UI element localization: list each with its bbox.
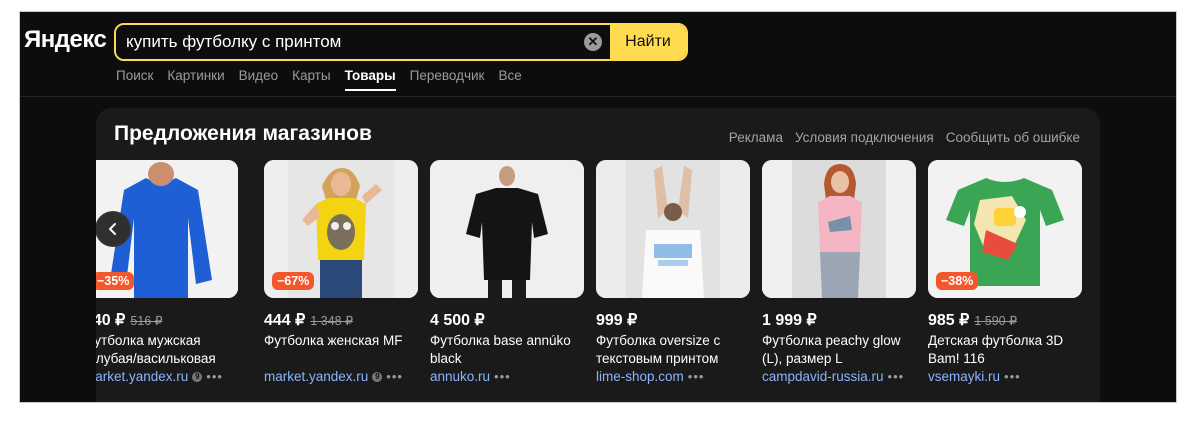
yandex-logo[interactable]: Яндекс [24, 26, 107, 54]
more-options-icon[interactable]: ••• [494, 369, 511, 384]
price: 444 ₽ [264, 312, 306, 329]
product-title[interactable]: Футболка oversize с текстовым принтом [596, 332, 750, 367]
discount-badge: −35% [96, 272, 135, 290]
panel-links: Реклама Условия подключения Сообщить об … [729, 130, 1080, 145]
price-row: 4 500 ₽ [430, 310, 584, 330]
more-options-icon[interactable]: ••• [386, 369, 403, 384]
price: 4 500 ₽ [430, 312, 485, 329]
store-link[interactable]: campdavid-russia.ru [762, 369, 884, 384]
chevron-left-icon [109, 223, 116, 235]
close-icon: ✕ [584, 33, 602, 51]
tab-translator[interactable]: Переводчик [410, 68, 485, 89]
product-image[interactable] [762, 160, 916, 298]
store-link[interactable]: market.yandex.ru [264, 369, 368, 384]
store-row: lime-shop.com ••• [596, 369, 750, 384]
search-button[interactable]: Найти [610, 25, 686, 59]
store-row: annuko.ru ••• [430, 369, 584, 384]
product-image[interactable] [596, 160, 750, 298]
price: 340 ₽ [96, 312, 126, 329]
store-link[interactable]: vsemayki.ru [928, 369, 1000, 384]
discount-badge: −38% [936, 272, 979, 290]
tab-products[interactable]: Товары [344, 68, 396, 91]
ads-link[interactable]: Реклама [729, 130, 783, 145]
product-title[interactable]: Детская футболка 3D Bam! 116 [928, 332, 1082, 367]
store-row: campdavid-russia.ru ••• [762, 369, 916, 384]
store-row: market.yandex.ru 9 ••• [264, 369, 418, 384]
old-price: 516 ₽ [130, 314, 163, 328]
old-price: 1 590 ₽ [974, 314, 1018, 328]
product-card[interactable]: 1 999 ₽ Футболка peachy glow (L), размер… [762, 160, 916, 384]
product-image[interactable]: −38% [928, 160, 1082, 298]
product-card[interactable]: 4 500 ₽ Футболка base annúko black annuk… [430, 160, 584, 384]
store-row: market.yandex.ru 9 ••• [96, 369, 238, 384]
price-row: 340 ₽ 516 ₽ [96, 310, 238, 330]
more-options-icon[interactable]: ••• [888, 369, 905, 384]
header: Яндекс ✕ Найти Поиск Картинки Видео Карт… [20, 12, 1176, 97]
product-title[interactable]: Футболка peachy glow (L), размер L [762, 332, 916, 367]
price-row: 999 ₽ [596, 310, 750, 330]
product-title[interactable]: Футболка base annúko black [430, 332, 584, 367]
tab-search[interactable]: Поиск [116, 68, 153, 89]
tab-all[interactable]: Все [498, 68, 521, 89]
price: 999 ₽ [596, 312, 638, 329]
clear-search-button[interactable]: ✕ [576, 25, 610, 59]
product-image[interactable] [430, 160, 584, 298]
store-link[interactable]: annuko.ru [430, 369, 490, 384]
black-oversize-tee-image [430, 160, 584, 298]
tab-images[interactable]: Картинки [167, 68, 224, 89]
store-rating-badge: 9 [192, 371, 203, 382]
price: 1 999 ₽ [762, 312, 817, 329]
product-card[interactable]: −38% 985 ₽ 1 590 ₽ Детская футболка 3D B… [928, 160, 1082, 384]
product-card[interactable]: −35% 340 ₽ 516 ₽ Футболка мужская голуба… [96, 160, 238, 384]
store-link[interactable]: lime-shop.com [596, 369, 684, 384]
shop-offers-panel: Предложения магазинов Реклама Условия по… [96, 108, 1100, 402]
price-row: 1 999 ₽ [762, 310, 916, 330]
more-options-icon[interactable]: ••• [1004, 369, 1021, 384]
product-card[interactable]: 999 ₽ Футболка oversize с текстовым прин… [596, 160, 750, 384]
product-card[interactable]: −67% 444 ₽ 1 348 ₽ Футболка женская MF m… [264, 160, 418, 384]
search-bar: ✕ Найти [114, 23, 688, 61]
more-options-icon[interactable]: ••• [206, 369, 223, 384]
price-row: 444 ₽ 1 348 ₽ [264, 310, 418, 330]
carousel-prev-button[interactable] [96, 212, 130, 246]
white-print-tee-image [596, 160, 750, 298]
more-options-icon[interactable]: ••• [688, 369, 705, 384]
tab-video[interactable]: Видео [239, 68, 278, 89]
browser-viewport: Яндекс ✕ Найти Поиск Картинки Видео Карт… [20, 12, 1176, 402]
discount-badge: −67% [272, 272, 315, 290]
product-carousel: −35% 340 ₽ 516 ₽ Футболка мужская голуба… [96, 160, 1100, 400]
connection-terms-link[interactable]: Условия подключения [795, 130, 934, 145]
store-link[interactable]: market.yandex.ru [96, 369, 188, 384]
search-tabs: Поиск Картинки Видео Карты Товары Перево… [116, 68, 522, 91]
panel-title: Предложения магазинов [114, 122, 372, 145]
search-input[interactable] [116, 25, 576, 59]
old-price: 1 348 ₽ [310, 314, 354, 328]
price-row: 985 ₽ 1 590 ₽ [928, 310, 1082, 330]
product-title[interactable]: Футболка женская MF [264, 332, 418, 367]
price: 985 ₽ [928, 312, 970, 329]
report-error-link[interactable]: Сообщить об ошибке [946, 130, 1080, 145]
tab-maps[interactable]: Карты [292, 68, 330, 89]
product-image[interactable]: −67% [264, 160, 418, 298]
product-title[interactable]: Футболка мужская голубая/васильковая [96, 332, 238, 367]
store-rating-badge: 9 [372, 371, 383, 382]
store-row: vsemayki.ru ••• [928, 369, 1082, 384]
pink-fish-tee-image [762, 160, 916, 298]
